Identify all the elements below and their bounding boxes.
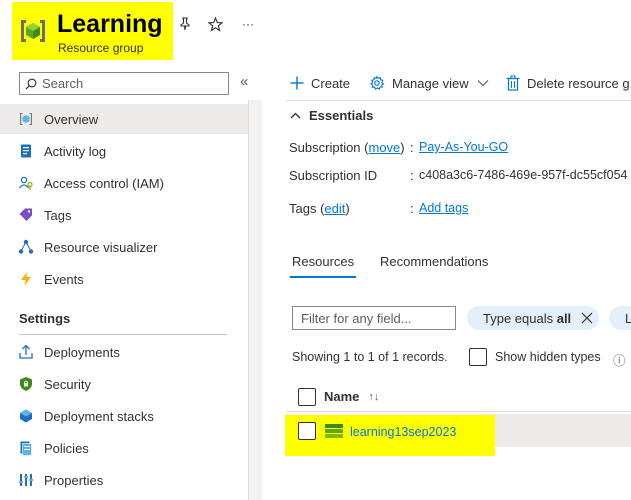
move-subscription-link[interactable]: move: [369, 140, 401, 155]
pin-icon[interactable]: [175, 14, 195, 34]
sidebar-item-security[interactable]: Security: [0, 369, 248, 399]
search-icon: [20, 73, 42, 94]
sidebar-item-resource-visualizer[interactable]: Resource visualizer: [0, 232, 248, 262]
manage-view-button[interactable]: Manage view: [369, 72, 496, 94]
table-header-divider: [286, 411, 631, 412]
activity-log-icon: [18, 143, 34, 159]
toolbar-divider: [286, 100, 631, 101]
sidebar-item-deployment-stacks[interactable]: Deployment stacks: [0, 401, 248, 431]
filter-pill-prefix: Type equals: [483, 310, 557, 326]
select-all-checkbox[interactable]: [298, 388, 316, 406]
sidebar-item-label: Access control (IAM): [44, 175, 164, 191]
sidebar-item-tags[interactable]: Tags: [0, 200, 248, 230]
delete-resource-group-button[interactable]: Delete resource g: [506, 72, 630, 94]
close-icon[interactable]: [581, 312, 593, 324]
settings-heading: Settings: [19, 311, 71, 326]
row-checkbox[interactable]: [298, 422, 316, 440]
sidebar-item-label: Overview: [44, 111, 99, 127]
sidebar-item-events[interactable]: Events: [0, 264, 248, 294]
colon: :: [410, 168, 414, 183]
chevron-up-icon: [290, 112, 301, 119]
sidebar-scrollbar[interactable]: [248, 100, 262, 500]
sidebar-item-label: Policies: [44, 440, 89, 456]
essentials-title: Essentials: [309, 108, 374, 123]
sidebar-item-policies[interactable]: Policies: [0, 433, 248, 463]
search-input[interactable]: [42, 76, 222, 91]
colon: :: [410, 140, 414, 155]
add-tags-link[interactable]: Add tags: [419, 201, 468, 215]
tab-recommendations[interactable]: Recommendations: [380, 254, 488, 269]
records-count: Showing 1 to 1 of 1 records.: [292, 350, 448, 364]
name-column-header[interactable]: Name ↑↓: [324, 389, 379, 404]
sidebar-item-overview[interactable]: Overview: [0, 104, 248, 134]
resource-group-icon: [18, 16, 48, 46]
sidebar-item-label: Activity log: [44, 143, 107, 159]
filter-pill-value: all: [556, 310, 572, 326]
create-button[interactable]: Create: [290, 72, 350, 94]
location-filter-pill[interactable]: L: [609, 306, 631, 330]
sort-icon: ↑↓: [368, 390, 380, 403]
page-title: Learning: [57, 10, 163, 38]
tab-resources[interactable]: Resources: [292, 254, 354, 269]
deployment-stacks-icon: [18, 408, 34, 424]
sidebar-item-label: Resource visualizer: [44, 239, 158, 255]
trash-icon: [506, 75, 520, 91]
subscription-id-label: Subscription ID: [289, 168, 378, 183]
show-hidden-label: Show hidden types: [495, 350, 601, 364]
events-icon: [18, 271, 34, 287]
edit-tags-link[interactable]: edit: [324, 201, 345, 216]
sidebar-item-properties[interactable]: Properties: [0, 465, 248, 495]
plus-icon: [290, 76, 304, 90]
sidebar-item-label: Properties: [44, 472, 104, 488]
manage-view-label: Manage view: [392, 75, 469, 91]
settings-divider: [19, 334, 227, 335]
page-subtitle: Resource group: [58, 41, 144, 55]
subscription-link[interactable]: Pay-As-You-GO: [419, 140, 508, 154]
security-icon: [18, 376, 34, 392]
sidebar-search[interactable]: [19, 72, 229, 95]
subscription-label: Subscription (move): [289, 140, 405, 155]
subscription-id-value: c408a3c6-7486-469e-957f-dc55cf054: [419, 168, 628, 182]
gear-icon: [369, 75, 385, 91]
iam-icon: [18, 175, 34, 191]
sidebar-item-iam[interactable]: Access control (IAM): [0, 168, 248, 198]
deployments-icon: [18, 344, 34, 360]
tags-label: Tags (edit): [289, 201, 350, 216]
visualizer-icon: [18, 239, 34, 255]
collapse-sidebar-button[interactable]: «: [240, 73, 248, 90]
filter-input[interactable]: [292, 306, 456, 330]
sidebar-item-label: Tags: [44, 207, 72, 223]
essentials-toggle[interactable]: Essentials: [290, 108, 373, 123]
sidebar-item-label: Deployments: [44, 344, 120, 360]
active-tab-indicator: [290, 276, 356, 278]
overview-icon: [18, 111, 34, 127]
star-icon[interactable]: [205, 14, 225, 34]
create-label: Create: [311, 75, 351, 91]
colon: :: [410, 201, 414, 216]
sidebar-item-deployments[interactable]: Deployments: [0, 337, 248, 367]
ellipsis-icon[interactable]: ···: [238, 14, 258, 34]
sidebar-item-label: Events: [44, 271, 84, 287]
chevron-down-icon: [477, 79, 489, 87]
sidebar-item-activity-log[interactable]: Activity log: [0, 136, 248, 166]
sidebar-item-label: Security: [44, 376, 91, 392]
sidebar-item-label: Deployment stacks: [44, 408, 154, 424]
filter-pill-label: L: [625, 310, 631, 326]
resource-name-link[interactable]: learning13sep2023: [350, 425, 456, 439]
type-filter-pill[interactable]: Type equals all: [467, 306, 599, 330]
tag-icon: [18, 207, 34, 223]
show-hidden-checkbox[interactable]: [469, 348, 487, 366]
delete-label: Delete resource g: [527, 75, 630, 91]
resource-icon: [325, 423, 343, 444]
policies-icon: [18, 440, 34, 456]
info-icon[interactable]: ⓘ: [613, 350, 626, 369]
properties-icon: [18, 472, 34, 488]
